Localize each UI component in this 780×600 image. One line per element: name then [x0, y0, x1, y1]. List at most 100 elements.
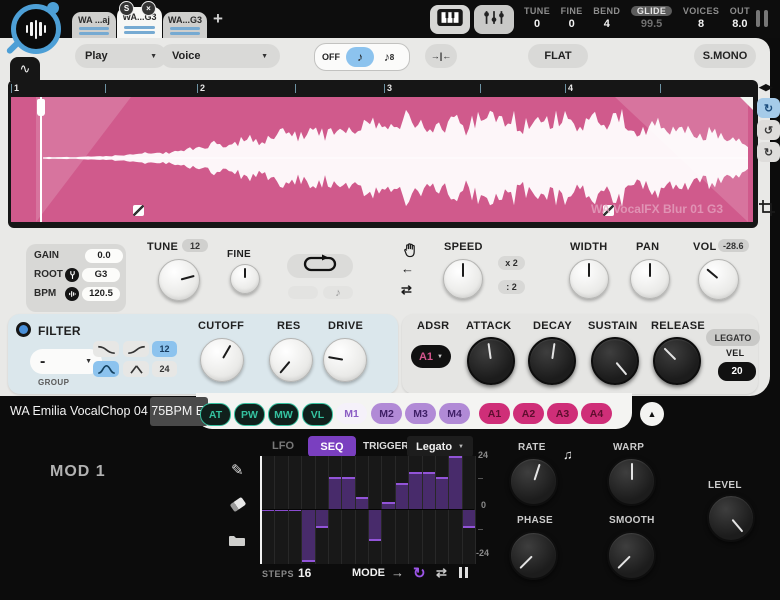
tune-badge[interactable]: 12: [182, 239, 208, 252]
filter-group-dropdown[interactable]: - ▼: [30, 349, 102, 374]
loop-mode-button[interactable]: [287, 254, 353, 278]
mod-source-vl[interactable]: VL: [302, 403, 333, 426]
pan-knob[interactable]: [630, 259, 670, 299]
waveform-display[interactable]: WA VocalFX Blur 01 G3: [11, 97, 753, 222]
smooth-knob[interactable]: [607, 531, 656, 580]
adsr-slot-dropdown[interactable]: A1 ▼: [411, 345, 451, 368]
seq-step-13[interactable]: [423, 456, 436, 564]
smono-button[interactable]: S.MONO: [694, 44, 756, 68]
tab-keyboard[interactable]: [430, 5, 470, 34]
seq-step-10[interactable]: [382, 456, 395, 564]
root-note-value[interactable]: G3: [82, 268, 120, 282]
mod-source-at[interactable]: AT: [200, 403, 231, 426]
param-out[interactable]: OUT 8.0: [730, 6, 750, 30]
resize-handle-icon[interactable]: [756, 10, 768, 27]
seq-step-2[interactable]: [275, 456, 288, 564]
seq-step-8[interactable]: [356, 456, 369, 564]
sync-off-button[interactable]: OFF: [316, 47, 346, 67]
release-knob[interactable]: [653, 337, 701, 385]
param-fine[interactable]: FINE 0: [561, 6, 583, 30]
filter-enable-toggle[interactable]: [16, 322, 31, 337]
sync-note8-button[interactable]: ♪8: [374, 47, 404, 67]
app-logo[interactable]: [9, 2, 61, 54]
filter-slope-12[interactable]: 12: [152, 341, 177, 357]
speed-div2-button[interactable]: : 2: [498, 280, 525, 294]
step-sequencer-grid[interactable]: [260, 456, 476, 564]
width-knob[interactable]: [569, 259, 609, 299]
play-mode-dropdown[interactable]: Play ▼: [75, 44, 167, 68]
filter-type-notch[interactable]: [123, 361, 149, 377]
seq-step-11[interactable]: [396, 456, 409, 564]
tab-solo-badge[interactable]: S: [119, 1, 134, 16]
macro-m4[interactable]: M4: [439, 403, 470, 424]
param-tune[interactable]: TUNE 0: [524, 6, 550, 30]
loop-sub-button-1[interactable]: [288, 286, 318, 299]
hand-drag-icon[interactable]: [402, 242, 417, 263]
pencil-tool-icon[interactable]: ✎: [231, 461, 244, 479]
crop-icon[interactable]: [759, 200, 775, 221]
voice-mode-dropdown[interactable]: Voice ▼: [160, 44, 280, 68]
bpm-value[interactable]: 120.5: [82, 287, 120, 301]
mod-source-mw[interactable]: MW: [268, 403, 299, 426]
collapse-panel-button[interactable]: ▲: [640, 402, 664, 426]
waveform-view-tab[interactable]: ∿: [10, 57, 40, 81]
fine-knob[interactable]: [230, 264, 260, 294]
expand-horizontal-icon[interactable]: ◀▶: [759, 82, 773, 93]
tab-close-badge[interactable]: ×: [141, 1, 156, 16]
assign-a2[interactable]: A2: [513, 403, 544, 424]
mod-source-pw[interactable]: PW: [234, 403, 265, 426]
seq-step-16[interactable]: [463, 456, 476, 564]
mode-loop-icon-active[interactable]: ↻: [413, 564, 426, 582]
loop-note-button[interactable]: ♪: [323, 286, 353, 299]
seq-step-5[interactable]: [316, 456, 329, 564]
param-voices[interactable]: VOICES 8: [683, 6, 719, 30]
macro-m1-active[interactable]: M1: [336, 403, 367, 424]
sync-note-button[interactable]: ♪: [346, 47, 374, 67]
macro-m2[interactable]: M2: [371, 403, 402, 424]
seq-step-14[interactable]: [436, 456, 449, 564]
arrows-swap-icon[interactable]: ⇄: [401, 282, 412, 298]
speed-knob[interactable]: [443, 259, 483, 299]
assign-a4[interactable]: A4: [581, 403, 612, 424]
loop-xfade-button-1[interactable]: ↻: [757, 98, 780, 118]
snap-button[interactable]: →|←: [425, 44, 457, 68]
param-bend[interactable]: BEND 4: [593, 6, 620, 30]
mode-pause-icon[interactable]: [459, 567, 468, 578]
legato-button[interactable]: LEGATO: [706, 329, 760, 346]
seq-step-9[interactable]: [369, 456, 382, 564]
rate-sync-note-icon[interactable]: ♫: [563, 447, 573, 462]
tune-knob[interactable]: [158, 259, 200, 301]
sustain-knob[interactable]: [591, 337, 639, 385]
flat-button[interactable]: FLAT: [528, 44, 588, 68]
attack-knob[interactable]: [467, 337, 515, 385]
drive-knob[interactable]: [323, 338, 367, 382]
mode-pingpong-icon[interactable]: ⇄: [436, 565, 447, 581]
preset-tab-3[interactable]: WA...G3: [163, 12, 207, 38]
steps-value[interactable]: 16: [298, 566, 311, 580]
warp-knob[interactable]: [607, 457, 656, 506]
preset-tab-1[interactable]: WA ...aj: [72, 12, 116, 38]
speed-x2-button[interactable]: x 2: [498, 256, 525, 270]
seq-step-7[interactable]: [342, 456, 355, 564]
filter-type-highpass[interactable]: [123, 341, 149, 357]
arrow-left-icon[interactable]: ←: [401, 261, 414, 276]
vol-knob[interactable]: [698, 259, 739, 300]
trigger-dropdown[interactable]: Legato ▼: [407, 436, 473, 457]
seq-step-12[interactable]: [409, 456, 422, 564]
vel-value[interactable]: 20: [718, 362, 756, 381]
phase-knob[interactable]: [509, 531, 558, 580]
fade-in-handle[interactable]: [133, 205, 144, 216]
add-tab-button[interactable]: +: [213, 9, 223, 29]
filter-slope-24[interactable]: 24: [152, 361, 177, 377]
cutoff-knob[interactable]: [200, 338, 244, 382]
seq-step-4[interactable]: [302, 456, 315, 564]
filter-type-bandpass-active[interactable]: [93, 361, 119, 377]
mode-forward-icon[interactable]: →: [391, 565, 404, 580]
assign-a1[interactable]: A1: [479, 403, 510, 424]
res-knob[interactable]: [269, 338, 313, 382]
rate-knob[interactable]: [509, 457, 558, 506]
loop-xfade-button-2[interactable]: ↺: [757, 120, 780, 140]
tab-lfo[interactable]: LFO: [272, 440, 294, 452]
tab-mixer[interactable]: [474, 5, 514, 34]
macro-m3[interactable]: M3: [405, 403, 436, 424]
